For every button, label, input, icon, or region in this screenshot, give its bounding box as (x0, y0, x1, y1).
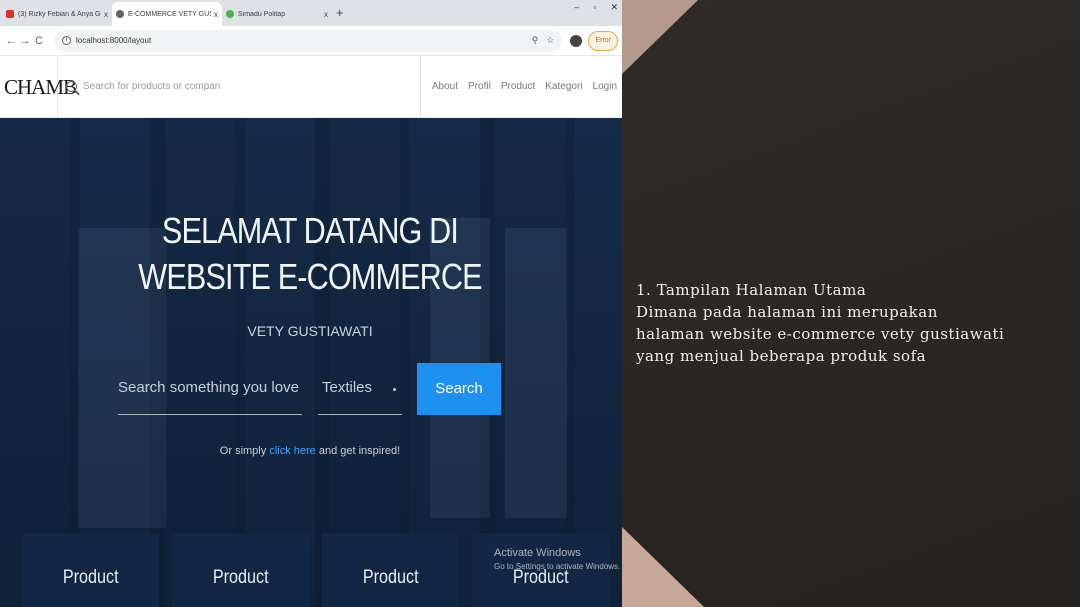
back-arrow-icon[interactable]: ← (4, 35, 18, 47)
product-search-placeholder: Search for products or compan (83, 81, 221, 92)
tab-youtube[interactable]: (3) Rizky Febian & Anya Geraldin x (2, 2, 112, 26)
hero-title-line2: WEBSITE E-COMMERCE (138, 256, 482, 297)
product-card-label: Product (212, 567, 269, 588)
slide-description: 1. Tampilan Halaman Utama Dimana pada ha… (636, 279, 1066, 367)
close-tab-icon[interactable]: x (324, 10, 328, 19)
close-tab-icon[interactable]: x (214, 10, 218, 19)
slide-panel: 1. Tampilan Halaman Utama Dimana pada ha… (622, 0, 1080, 607)
tab-strip: (3) Rizky Febian & Anya Geraldin x E-COM… (0, 0, 622, 26)
minimize-icon[interactable]: – (574, 2, 579, 13)
product-card[interactable]: Product (172, 533, 309, 607)
hero-title: SELAMAT DATANG DI WEBSITE E-COMMERCE (47, 208, 574, 300)
tab-title: (3) Rizky Febian & Anya Geraldin (18, 10, 101, 18)
maximize-icon[interactable]: ▫ (593, 2, 596, 13)
site-logo[interactable]: CHAMB (0, 55, 77, 118)
star-icon[interactable]: ☆ (546, 35, 554, 46)
activate-title: Activate Windows (494, 547, 581, 559)
slide-line: halaman website e-commerce vety gustiawa… (636, 325, 1005, 343)
slide-line: Dimana pada halaman ini merupakan (636, 303, 938, 321)
activate-windows-watermark: Activate Windows Go to Settings to activ… (494, 546, 620, 574)
product-card-label: Product (362, 567, 419, 588)
hero-title-line1: SELAMAT DATANG DI (161, 210, 459, 251)
hero-search-input[interactable]: Search something you love (118, 370, 302, 415)
decorative-corner-bottom (622, 527, 704, 607)
category-value: Textiles (322, 379, 373, 396)
reload-icon[interactable]: C (32, 35, 46, 47)
hero-subtitle: VETY GUSTIAWATI (247, 323, 373, 339)
activate-subtitle: Go to Settings to activate Windows. (494, 562, 621, 571)
address-toolbar: ← → C i localhost:8000/layout ⚲ ☆ Error (0, 26, 622, 56)
browser-window: (3) Rizky Febian & Anya Geraldin x E-COM… (0, 0, 622, 607)
address-bar[interactable]: i localhost:8000/layout ⚲ ☆ (54, 29, 563, 52)
forward-arrow-icon[interactable]: → (18, 35, 32, 47)
info-icon[interactable]: i (62, 36, 71, 45)
decorative-corner-top (622, 0, 698, 74)
product-card[interactable]: Product (22, 533, 159, 607)
product-card[interactable]: Product (322, 533, 459, 607)
profile-avatar[interactable] (570, 34, 583, 47)
tab-ecommerce[interactable]: E-COMMERCE VETY GUSTIAWATI x (112, 2, 222, 26)
search-icon (66, 81, 77, 92)
inspire-suffix: and get inspired! (318, 445, 401, 457)
close-tab-icon[interactable]: x (104, 10, 108, 19)
error-badge[interactable]: Error (588, 30, 618, 51)
click-here-link[interactable]: click here (269, 445, 315, 457)
main-menu: About Profil Product Kategori Login (419, 55, 622, 118)
hero-search-button[interactable]: Search (417, 363, 501, 415)
menu-about[interactable]: About (432, 81, 458, 92)
category-select[interactable]: Textiles (318, 370, 402, 415)
omnibox-tools: ⚲ ☆ (532, 35, 555, 46)
tab-simadu[interactable]: Simadu Politap x (222, 2, 332, 26)
tab-title: E-COMMERCE VETY GUSTIAWATI (128, 10, 211, 18)
site-header: CHAMB Search for products or compan Abou… (0, 55, 622, 118)
slide-line: yang menjual beberapa produk sofa (636, 347, 927, 365)
window-controls: – ▫ ✕ (574, 2, 618, 13)
url-text: localhost:8000/layout (76, 36, 152, 45)
new-tab-button[interactable]: + (336, 2, 344, 26)
leaf-icon (226, 10, 234, 18)
product-card-label: Product (62, 567, 119, 588)
menu-profil[interactable]: Profil (468, 81, 491, 92)
inspire-text: Or simply click here and get inspired! (0, 445, 620, 457)
close-window-icon[interactable]: ✕ (610, 2, 618, 13)
slide-heading: 1. Tampilan Halaman Utama (636, 281, 867, 299)
hero-section: SELAMAT DATANG DI WEBSITE E-COMMERCE VET… (0, 118, 622, 607)
menu-login[interactable]: Login (593, 81, 617, 92)
youtube-icon (6, 10, 14, 18)
inspire-prefix: Or simply (219, 445, 267, 457)
tab-title: Simadu Politap (238, 10, 286, 18)
menu-product[interactable]: Product (501, 81, 535, 92)
globe-icon (116, 10, 124, 18)
product-search[interactable]: Search for products or compan (58, 81, 420, 92)
dropdown-icon (393, 388, 396, 391)
zoom-icon[interactable]: ⚲ (532, 35, 539, 46)
menu-kategori[interactable]: Kategori (545, 81, 582, 92)
